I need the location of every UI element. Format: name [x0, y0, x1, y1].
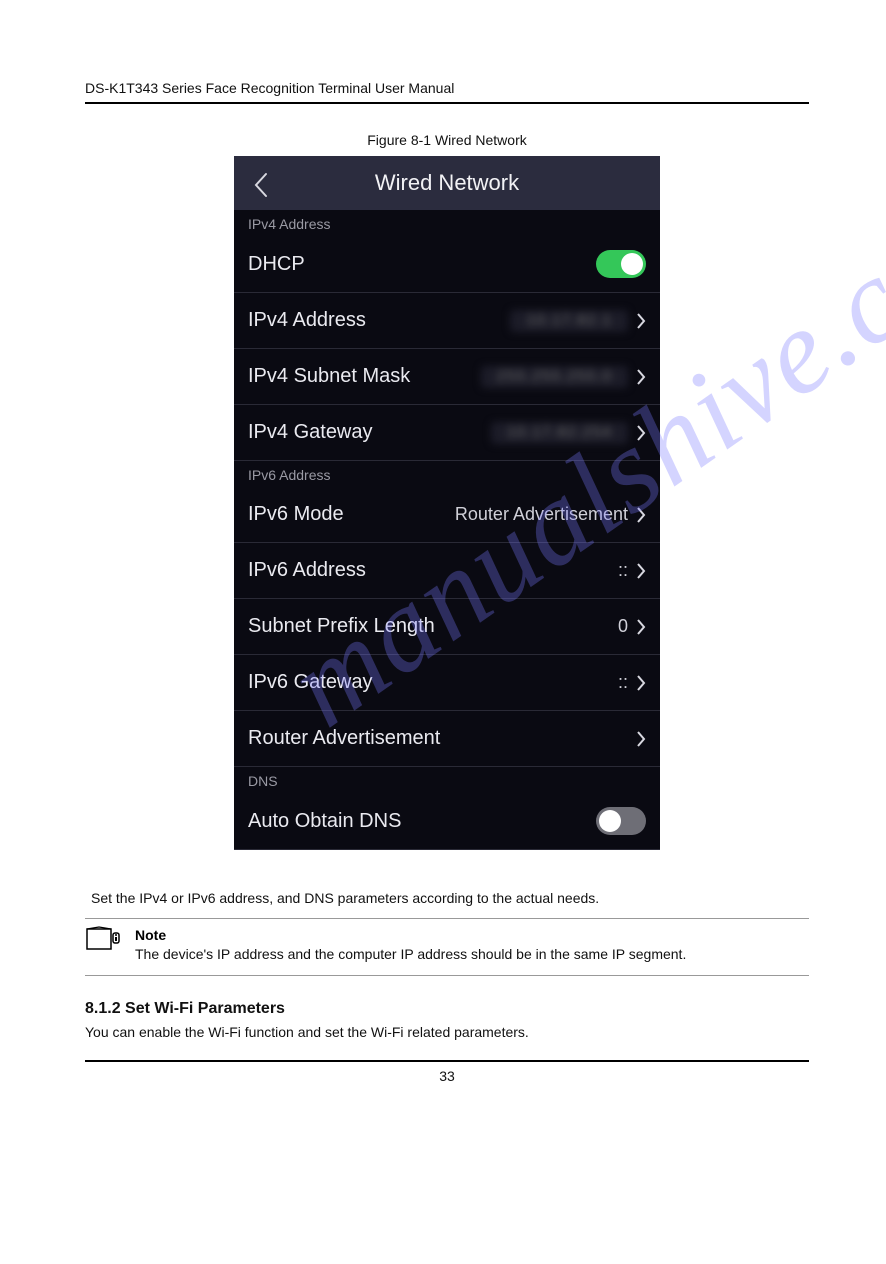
row-ipv4-subnet[interactable]: IPv4 Subnet Mask 255.255.255.0: [234, 349, 660, 405]
row-ipv6-gateway[interactable]: IPv6 Gateway ::: [234, 655, 660, 711]
dhcp-toggle[interactable]: [596, 250, 646, 278]
row-label: IPv4 Gateway: [248, 421, 373, 444]
row-ipv6-mode[interactable]: IPv6 Mode Router Advertisement: [234, 487, 660, 543]
note-icon: [85, 925, 121, 953]
section-label-ipv4: IPv4 Address: [234, 210, 660, 236]
chevron-right-icon: [636, 730, 646, 748]
row-label: IPv4 Address: [248, 309, 366, 332]
chevron-right-icon: [636, 506, 646, 524]
footer-rule: [85, 1060, 809, 1062]
row-auto-dns[interactable]: Auto Obtain DNS: [234, 793, 660, 850]
auto-dns-toggle[interactable]: [596, 807, 646, 835]
heading-rule: [85, 102, 809, 104]
row-label: IPv6 Mode: [248, 503, 344, 526]
row-ipv4-gateway[interactable]: IPv4 Gateway 10.17.82.254: [234, 405, 660, 461]
row-label: IPv6 Address: [248, 559, 366, 582]
section-heading: 8.1.2 Set Wi-Fi Parameters: [85, 1000, 809, 1018]
chevron-left-icon: [253, 172, 269, 198]
toggle-knob: [599, 810, 621, 832]
section-label-dns: DNS: [234, 767, 660, 793]
chevron-right-icon: [636, 312, 646, 330]
row-value-blurred: 10.17.82.254: [491, 422, 628, 444]
row-label: IPv6 Gateway: [248, 671, 373, 694]
note-text: The device's IP address and the computer…: [135, 945, 686, 965]
row-value-blurred: 255.255.255.0: [481, 366, 628, 388]
row-label: Subnet Prefix Length: [248, 615, 435, 638]
back-button[interactable]: [246, 170, 276, 200]
chevron-right-icon: [636, 674, 646, 692]
titlebar: Wired Network: [234, 156, 660, 210]
device-screenshot: Wired Network IPv4 Address DHCP IPv4 Add…: [234, 156, 660, 850]
row-ipv4-address[interactable]: IPv4 Address 10.17.82.1: [234, 293, 660, 349]
chevron-right-icon: [636, 368, 646, 386]
figure-caption: Figure 8-1 Wired Network: [85, 132, 809, 148]
row-value: Router Advertisement: [455, 504, 628, 525]
doc-heading: DS-K1T343 Series Face Recognition Termin…: [85, 80, 809, 96]
screen-title: Wired Network: [234, 170, 660, 196]
toggle-knob: [621, 253, 643, 275]
note-label: Note: [135, 927, 686, 943]
row-label: IPv4 Subnet Mask: [248, 365, 410, 388]
row-label: DHCP: [248, 253, 305, 276]
note-block: Note The device's IP address and the com…: [85, 918, 809, 976]
row-ipv6-address[interactable]: IPv6 Address ::: [234, 543, 660, 599]
row-value: 0: [618, 616, 628, 637]
row-subnet-prefix[interactable]: Subnet Prefix Length 0: [234, 599, 660, 655]
body-text: You can enable the Wi-Fi function and se…: [85, 1024, 809, 1040]
step-text: Set the IPv4 or IPv6 address, and DNS pa…: [91, 890, 809, 906]
section-label-ipv6: IPv6 Address: [234, 461, 660, 487]
row-dhcp[interactable]: DHCP: [234, 236, 660, 293]
row-label: Auto Obtain DNS: [248, 810, 401, 833]
row-value: ::: [618, 560, 628, 581]
row-value: ::: [618, 672, 628, 693]
row-value-blurred: 10.17.82.1: [510, 310, 628, 332]
chevron-right-icon: [636, 424, 646, 442]
chevron-right-icon: [636, 562, 646, 580]
row-router-advertisement[interactable]: Router Advertisement: [234, 711, 660, 767]
chevron-right-icon: [636, 618, 646, 636]
row-label: Router Advertisement: [248, 727, 440, 750]
page-number: 33: [85, 1068, 809, 1084]
